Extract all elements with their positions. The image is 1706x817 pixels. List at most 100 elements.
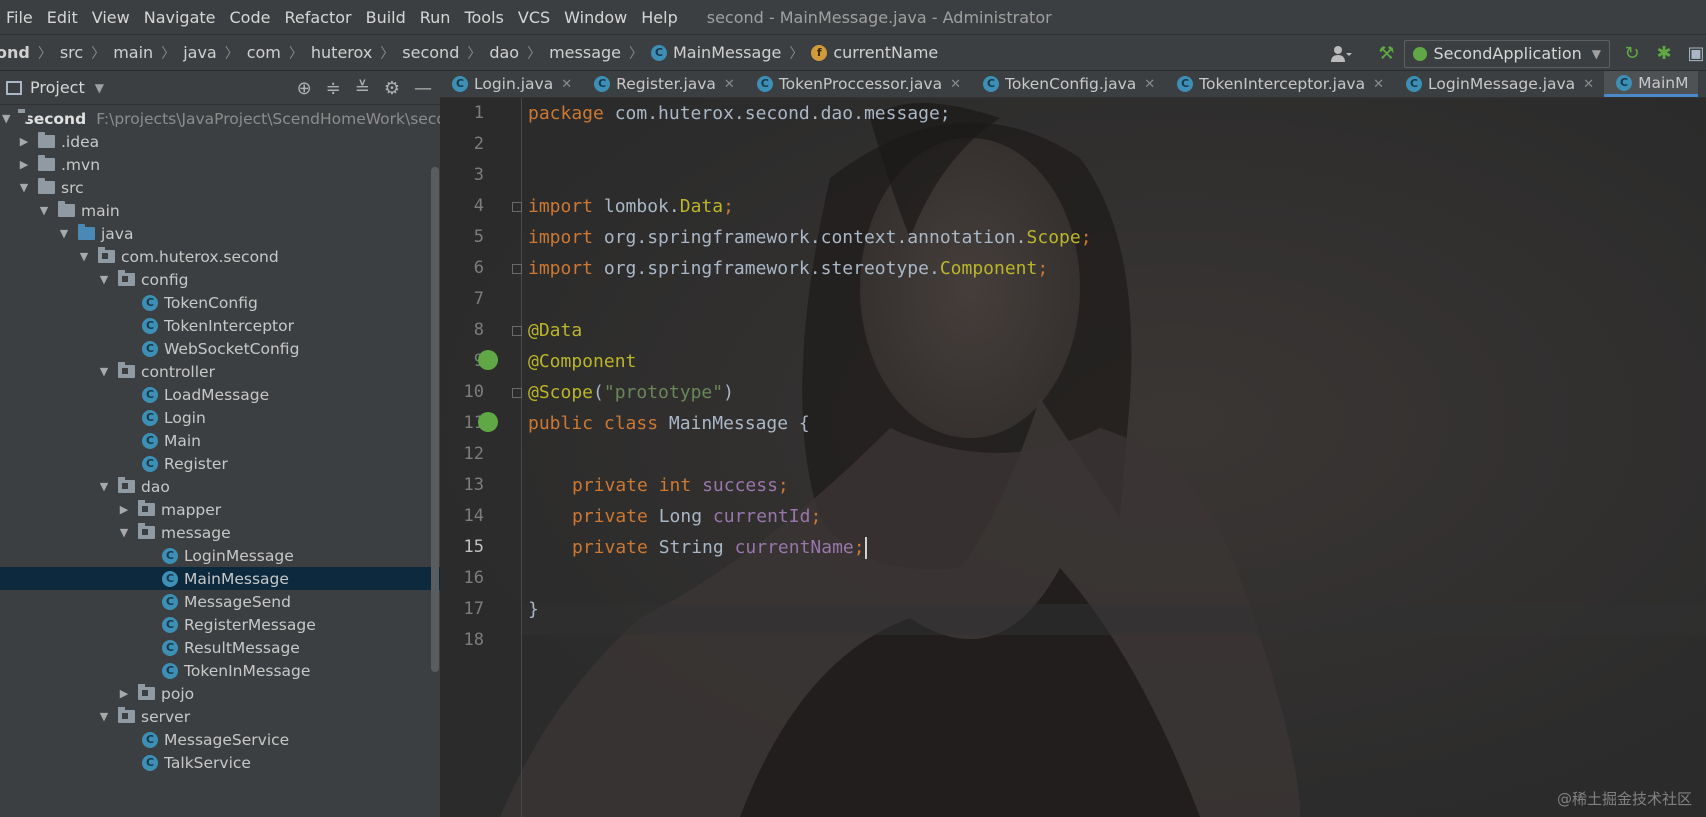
tab-tokenproccessor-java[interactable]: C TokenProccessor.java ✕ <box>745 71 971 97</box>
chevron-down-icon[interactable]: ▼ <box>78 250 90 263</box>
tab-loginmessage-java[interactable]: C LoginMessage.java ✕ <box>1394 71 1604 97</box>
tree-item-mainmessage[interactable]: C MainMessage <box>0 567 440 590</box>
menu-view[interactable]: View <box>85 8 137 27</box>
close-icon[interactable]: ✕ <box>1144 77 1155 92</box>
menu-run[interactable]: Run <box>413 8 458 27</box>
menu-code[interactable]: Code <box>223 8 278 27</box>
run-configuration-select[interactable]: SecondApplication ▼ <box>1404 39 1610 68</box>
rerun-icon[interactable]: ↻ <box>1622 43 1642 64</box>
breadcrumb-huterox[interactable]: huterox <box>311 43 372 62</box>
fold-marker-icon[interactable] <box>512 326 522 336</box>
chevron-right-icon[interactable]: ▶ <box>18 158 30 171</box>
tree-scrollbar[interactable] <box>431 167 439 672</box>
tree-item-src[interactable]: ▼ src <box>0 176 440 199</box>
tree-item-main-class[interactable]: C Main <box>0 429 440 452</box>
tree-item-websocketconfig[interactable]: C WebSocketConfig <box>0 337 440 360</box>
chevron-down-icon[interactable]: ▼ <box>18 181 30 194</box>
breadcrumb-second[interactable]: second <box>402 43 459 62</box>
project-view-select[interactable]: Project <box>30 78 85 97</box>
breadcrumb-class[interactable]: C MainMessage <box>651 43 781 62</box>
chevron-down-icon[interactable]: ▼ <box>2 112 10 125</box>
user-icon[interactable] <box>1330 45 1353 63</box>
gear-icon[interactable]: ⚙ <box>384 78 400 99</box>
chevron-right-icon[interactable]: ▶ <box>118 687 130 700</box>
tree-item-loginmessage[interactable]: C LoginMessage <box>0 544 440 567</box>
breadcrumb-project[interactable]: ond <box>0 43 30 62</box>
close-icon[interactable]: ✕ <box>561 77 572 92</box>
fold-marker-icon[interactable] <box>512 388 522 398</box>
tree-item-tokeninmessage[interactable]: C TokenInMessage <box>0 659 440 682</box>
breadcrumb-dao[interactable]: dao <box>489 43 519 62</box>
tree-item-controller[interactable]: ▼ controller <box>0 360 440 383</box>
tree-item-login[interactable]: C Login <box>0 406 440 429</box>
tree-item-tokenconfig[interactable]: C TokenConfig <box>0 291 440 314</box>
menu-help[interactable]: Help <box>634 8 684 27</box>
coverage-icon[interactable]: ▣ <box>1686 43 1706 64</box>
chevron-down-icon[interactable]: ▼ <box>98 365 110 378</box>
tree-item-second[interactable]: ▼ second F:\projects\JavaProject\ScendHome… <box>0 107 440 130</box>
chevron-down-icon[interactable]: ▼ <box>98 480 110 493</box>
build-hammer-icon[interactable]: ⚒ <box>1378 43 1394 64</box>
fold-marker-icon[interactable] <box>512 264 522 274</box>
tab-register-java[interactable]: C Register.java ✕ <box>582 71 745 97</box>
tree-item-mapper[interactable]: ▶ mapper <box>0 498 440 521</box>
chevron-down-icon[interactable]: ▼ <box>98 273 110 286</box>
menu-window[interactable]: Window <box>557 8 634 27</box>
tree-item-resultmessage[interactable]: C ResultMessage <box>0 636 440 659</box>
fold-marker-icon[interactable] <box>512 202 522 212</box>
debug-bug-icon[interactable]: ✱ <box>1654 43 1674 64</box>
tree-item-registermessage[interactable]: C RegisterMessage <box>0 613 440 636</box>
chevron-right-icon[interactable]: ▶ <box>118 503 130 516</box>
tree-item-register[interactable]: C Register <box>0 452 440 475</box>
tree-item-com-huterox-second[interactable]: ▼ com.huterox.second <box>0 245 440 268</box>
locate-target-icon[interactable]: ⊕ <box>297 78 312 99</box>
chevron-right-icon[interactable]: ▶ <box>18 135 30 148</box>
tab-tokeninterceptor-java[interactable]: C TokenInterceptor.java ✕ <box>1165 71 1394 97</box>
menu-file[interactable]: File <box>0 8 40 27</box>
tab-mainmessage-java[interactable]: C MainM <box>1604 71 1699 97</box>
tree-item-main[interactable]: ▼ main <box>0 199 440 222</box>
menu-vcs[interactable]: VCS <box>511 8 557 27</box>
breadcrumb-main[interactable]: main <box>113 43 153 62</box>
chevron-down-icon[interactable]: ▼ <box>98 710 110 723</box>
breadcrumb-java[interactable]: java <box>183 43 217 62</box>
chevron-down-icon[interactable]: ▼ <box>38 204 50 217</box>
tab-tokenconfig-java[interactable]: C TokenConfig.java ✕ <box>971 71 1165 97</box>
tab-login-java[interactable]: C Login.java ✕ <box>440 71 582 97</box>
breadcrumb-com[interactable]: com <box>247 43 281 62</box>
menu-refactor[interactable]: Refactor <box>277 8 358 27</box>
caret-down-icon[interactable]: ▼ <box>95 81 104 95</box>
breadcrumb-message[interactable]: message <box>549 43 621 62</box>
close-icon[interactable]: ✕ <box>1373 77 1384 92</box>
tree-item-java[interactable]: ▼ java <box>0 222 440 245</box>
tree-item-tokeninterceptor[interactable]: C TokenInterceptor <box>0 314 440 337</box>
menu-tools[interactable]: Tools <box>457 8 510 27</box>
tree-item-mvn[interactable]: ▶ .mvn <box>0 153 440 176</box>
hide-minus-icon[interactable]: — <box>414 78 432 99</box>
tree-item-messageservice[interactable]: C MessageService <box>0 728 440 751</box>
tree-item-dao[interactable]: ▼ dao <box>0 475 440 498</box>
tree-item-talkservice[interactable]: C TalkService <box>0 751 440 774</box>
tree-item-pojo[interactable]: ▶ pojo <box>0 682 440 705</box>
tree-item-message[interactable]: ▼ message <box>0 521 440 544</box>
menu-navigate[interactable]: Navigate <box>137 8 223 27</box>
breadcrumb-field[interactable]: f currentName <box>811 43 938 62</box>
menu-edit[interactable]: Edit <box>40 8 85 27</box>
close-icon[interactable]: ✕ <box>1583 77 1594 92</box>
tree-item-messagesend[interactable]: C MessageSend <box>0 590 440 613</box>
close-icon[interactable]: ✕ <box>724 77 735 92</box>
tree-item-idea[interactable]: ▶ .idea <box>0 130 440 153</box>
menu-build[interactable]: Build <box>359 8 413 27</box>
tree-item-server[interactable]: ▼ server <box>0 705 440 728</box>
chevron-down-icon[interactable]: ▼ <box>118 526 130 539</box>
chevron-down-icon[interactable]: ▼ <box>58 227 70 240</box>
spring-bean-icon[interactable] <box>478 350 498 370</box>
expand-all-icon[interactable]: ≑ <box>326 78 341 99</box>
breadcrumb-src[interactable]: src <box>60 43 83 62</box>
spring-bean-navigate-icon[interactable] <box>478 412 498 432</box>
close-icon[interactable]: ✕ <box>950 77 961 92</box>
tree-item-loadmessage[interactable]: C LoadMessage <box>0 383 440 406</box>
line-number: 8 <box>473 320 484 340</box>
collapse-all-icon[interactable]: ≚ <box>355 78 370 99</box>
tree-item-config[interactable]: ▼ config <box>0 268 440 291</box>
